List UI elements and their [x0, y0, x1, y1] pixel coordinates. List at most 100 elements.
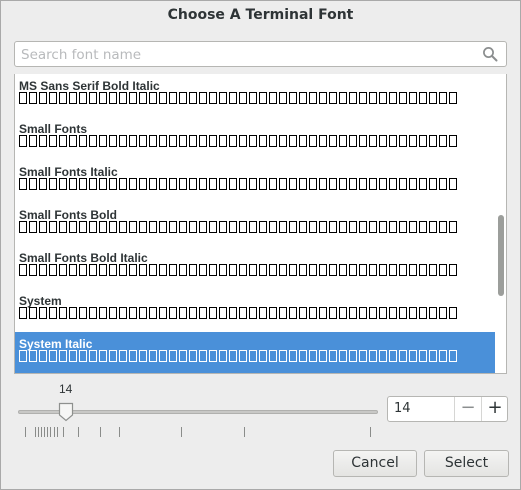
missing-glyph-box: [279, 307, 287, 319]
font-list-item[interactable]: System: [15, 289, 495, 332]
missing-glyph-box: [19, 221, 27, 233]
missing-glyph-box: [159, 350, 167, 362]
missing-glyph-box: [209, 264, 217, 276]
missing-glyph-box: [219, 350, 227, 362]
missing-glyph-box: [409, 92, 417, 104]
missing-glyph-box: [109, 92, 117, 104]
missing-glyph-box: [299, 264, 307, 276]
missing-glyph-box: [109, 135, 117, 147]
missing-glyph-box: [189, 92, 197, 104]
missing-glyph-box: [119, 350, 127, 362]
missing-glyph-box: [109, 221, 117, 233]
missing-glyph-box: [279, 178, 287, 190]
font-preview: [19, 307, 459, 321]
missing-glyph-box: [19, 92, 27, 104]
missing-glyph-box: [139, 178, 147, 190]
missing-glyph-box: [429, 221, 437, 233]
missing-glyph-box: [149, 350, 157, 362]
missing-glyph-box: [239, 264, 247, 276]
search-icon: [483, 47, 498, 62]
missing-glyph-box: [199, 264, 207, 276]
missing-glyph-box: [179, 178, 187, 190]
missing-glyph-box: [299, 307, 307, 319]
missing-glyph-box: [349, 264, 357, 276]
missing-glyph-box: [399, 264, 407, 276]
missing-glyph-box: [199, 350, 207, 362]
missing-glyph-box: [319, 92, 327, 104]
missing-glyph-box: [419, 135, 427, 147]
missing-glyph-box: [359, 178, 367, 190]
font-preview: [19, 221, 459, 235]
font-list[interactable]: MS Sans Serif Bold Italic Small Fonts Sm…: [14, 74, 507, 374]
missing-glyph-box: [159, 135, 167, 147]
missing-glyph-box: [259, 135, 267, 147]
missing-glyph-box: [149, 307, 157, 319]
missing-glyph-box: [379, 307, 387, 319]
missing-glyph-box: [139, 264, 147, 276]
search-field[interactable]: [14, 41, 507, 67]
missing-glyph-box: [249, 264, 257, 276]
scrollbar-thumb[interactable]: [498, 215, 504, 296]
missing-glyph-box: [49, 92, 57, 104]
select-button[interactable]: Select: [424, 450, 509, 477]
missing-glyph-box: [19, 350, 27, 362]
missing-glyph-box: [179, 135, 187, 147]
missing-glyph-box: [59, 264, 67, 276]
missing-glyph-box: [89, 264, 97, 276]
missing-glyph-box: [249, 221, 257, 233]
missing-glyph-box: [179, 264, 187, 276]
size-spinbutton[interactable]: 14 − +: [387, 396, 508, 422]
missing-glyph-box: [349, 178, 357, 190]
font-list-item[interactable]: Small Fonts Bold: [15, 203, 495, 246]
missing-glyph-box: [59, 307, 67, 319]
missing-glyph-box: [299, 350, 307, 362]
size-slider-handle[interactable]: [58, 402, 74, 422]
missing-glyph-box: [419, 307, 427, 319]
font-list-item-selected[interactable]: System Italic: [15, 332, 495, 373]
missing-glyph-box: [339, 135, 347, 147]
missing-glyph-box: [209, 135, 217, 147]
font-list-item[interactable]: MS Sans Serif Bold Italic: [15, 74, 495, 117]
missing-glyph-box: [59, 178, 67, 190]
missing-glyph-box: [349, 350, 357, 362]
missing-glyph-box: [369, 350, 377, 362]
missing-glyph-box: [389, 350, 397, 362]
cancel-button[interactable]: Cancel: [333, 450, 417, 477]
missing-glyph-box: [219, 178, 227, 190]
missing-glyph-box: [279, 350, 287, 362]
list-scrollbar[interactable]: [496, 74, 506, 373]
missing-glyph-box: [69, 135, 77, 147]
missing-glyph-box: [369, 307, 377, 319]
font-list-item[interactable]: Small Fonts Italic: [15, 160, 495, 203]
slider-tick: [119, 427, 120, 437]
missing-glyph-box: [319, 307, 327, 319]
missing-glyph-box: [149, 221, 157, 233]
missing-glyph-box: [329, 221, 337, 233]
missing-glyph-box: [89, 221, 97, 233]
font-name: Small Fonts Bold: [19, 208, 118, 222]
missing-glyph-box: [439, 221, 447, 233]
slider-tick: [38, 427, 39, 437]
missing-glyph-box: [419, 178, 427, 190]
missing-glyph-box: [339, 92, 347, 104]
search-input[interactable]: [19, 44, 483, 66]
missing-glyph-box: [149, 135, 157, 147]
missing-glyph-box: [419, 221, 427, 233]
increase-button[interactable]: +: [481, 397, 508, 421]
missing-glyph-box: [209, 221, 217, 233]
missing-glyph-box: [269, 92, 277, 104]
missing-glyph-box: [119, 178, 127, 190]
slider-tick: [50, 427, 51, 437]
missing-glyph-box: [229, 221, 237, 233]
font-list-item[interactable]: Small Fonts Bold Italic: [15, 246, 495, 289]
missing-glyph-box: [329, 135, 337, 147]
decrease-button[interactable]: −: [454, 397, 481, 421]
missing-glyph-box: [349, 307, 357, 319]
font-list-item[interactable]: Small Fonts: [15, 117, 495, 160]
missing-glyph-box: [249, 307, 257, 319]
missing-glyph-box: [29, 264, 37, 276]
missing-glyph-box: [279, 221, 287, 233]
missing-glyph-box: [89, 350, 97, 362]
size-entry[interactable]: 14: [394, 401, 411, 416]
missing-glyph-box: [249, 350, 257, 362]
